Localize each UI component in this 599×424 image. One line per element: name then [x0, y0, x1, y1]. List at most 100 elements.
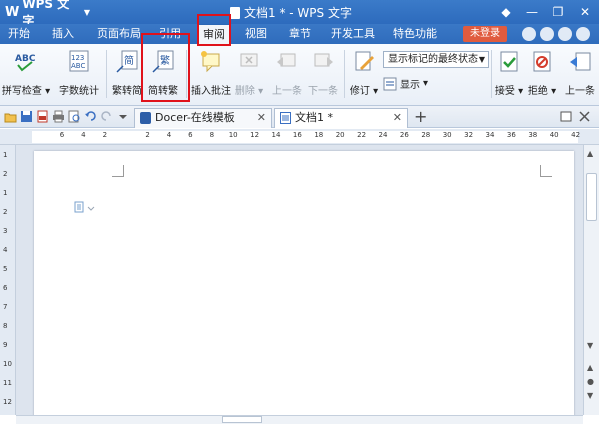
- tab-special-features[interactable]: 特色功能: [390, 24, 440, 44]
- app-menu-button[interactable]: W WPS 文字 ▼: [0, 0, 90, 28]
- redo-icon[interactable]: [100, 110, 113, 123]
- track-changes-label: 修订 ▾: [349, 86, 379, 97]
- ruler-tick-label: 32: [464, 131, 474, 139]
- doc-tab-docer-templates[interactable]: Docer-在线模板 ✕: [134, 108, 272, 128]
- previous-comment-button[interactable]: 上一条: [270, 48, 304, 100]
- ruler-tick-label: 16: [292, 131, 302, 139]
- close-button[interactable]: ✕: [571, 0, 599, 24]
- tab-review[interactable]: 审阅: [199, 24, 229, 44]
- chevron-down-icon: ▼: [83, 7, 90, 17]
- hscroll-thumb[interactable]: [222, 416, 262, 423]
- ruler-tick-label: 7: [3, 303, 8, 311]
- document-icon: [230, 6, 240, 19]
- next-page-icon[interactable]: ▼: [587, 391, 593, 400]
- insert-comment-button[interactable]: 插入批注: [190, 48, 232, 100]
- print-preview-icon[interactable]: [68, 110, 81, 123]
- undo-icon[interactable]: [84, 110, 97, 123]
- print-icon[interactable]: [52, 110, 65, 123]
- accept-change-button[interactable]: 接受 ▾: [494, 48, 524, 100]
- spellcheck-button[interactable]: ABC 拼写检查 ▾: [2, 48, 50, 100]
- ribbon-separator: [344, 50, 345, 98]
- previous-change-button[interactable]: 上一条: [562, 48, 598, 100]
- close-tab-icon[interactable]: ✕: [257, 109, 266, 127]
- show-markup-label: 显示: [400, 80, 420, 91]
- ruler-tick-label: 1: [3, 151, 8, 159]
- tab-view[interactable]: 视图: [241, 24, 271, 44]
- show-markup-button[interactable]: 显示 ▾: [383, 76, 428, 91]
- ribbon-separator: [491, 50, 492, 98]
- word-count-icon: 123 ABC: [67, 50, 91, 74]
- ruler-tick-label: 12: [3, 398, 12, 406]
- customize-quick-access-icon[interactable]: [118, 110, 128, 123]
- ruler-tick-label: 4: [3, 246, 8, 254]
- skin-shirt-icon[interactable]: [558, 27, 572, 41]
- svg-text:123: 123: [71, 54, 84, 62]
- cloud-icon[interactable]: [522, 27, 536, 41]
- save-icon[interactable]: [20, 110, 33, 123]
- ruler-tick-label: 2: [145, 131, 150, 139]
- reject-change-button[interactable]: 拒绝 ▾: [526, 48, 558, 100]
- tab-page-layout[interactable]: 页面布局: [94, 24, 144, 44]
- ruler-tick-label: 24: [378, 131, 388, 139]
- close-tab-icon[interactable]: ✕: [393, 109, 402, 127]
- tab-home[interactable]: 开始: [4, 24, 34, 44]
- previous-page-icon[interactable]: ▲: [587, 363, 593, 372]
- scroll-down-icon[interactable]: ▼: [587, 341, 593, 350]
- ruler-tick-label: 10: [228, 131, 238, 139]
- ruler-tick-label: 4: [81, 131, 86, 139]
- skin-icon[interactable]: ◆: [493, 0, 519, 24]
- scroll-up-icon[interactable]: ▲: [587, 149, 593, 158]
- delete-comment-label: 删除 ▾: [234, 86, 264, 97]
- svg-text:简: 简: [124, 54, 134, 67]
- ruler-tick-label: 30: [442, 131, 452, 139]
- tab-references[interactable]: 引用: [155, 24, 185, 44]
- document-page[interactable]: [34, 151, 574, 415]
- select-browse-object-icon[interactable]: ●: [587, 377, 594, 386]
- open-folder-icon[interactable]: [4, 110, 17, 123]
- reject-change-label: 拒绝 ▾: [527, 86, 557, 97]
- new-tab-button[interactable]: +: [414, 109, 427, 125]
- maximize-button[interactable]: ❐: [545, 0, 571, 24]
- traditional-to-simplified-icon: 简: [115, 50, 139, 74]
- doc-tab-document1[interactable]: 文档1 * ✕: [274, 108, 408, 128]
- tab-insert[interactable]: 插入: [48, 24, 78, 44]
- paste-options-icon[interactable]: [74, 201, 96, 215]
- ruler-tick-label: 26: [399, 131, 409, 139]
- svg-text:繁: 繁: [160, 54, 170, 67]
- ruler-tick-label: 22: [357, 131, 367, 139]
- delete-comment-button[interactable]: 删除 ▾: [234, 48, 264, 100]
- ribbon-separator: [106, 50, 107, 98]
- close-doc-icon[interactable]: [578, 110, 591, 123]
- next-comment-button[interactable]: 下一条: [306, 48, 340, 100]
- ruler-tick-label: 11: [3, 379, 12, 387]
- login-button[interactable]: 未登录: [463, 26, 507, 42]
- ruler-tick-label: 14: [271, 131, 281, 139]
- title-bar: W WPS 文字 ▼ 文档1 * - WPS 文字 ◆ — ❐ ✕: [0, 0, 599, 28]
- word-count-button[interactable]: 123 ABC 字数统计: [56, 48, 102, 100]
- ruler-tick-label: 34: [485, 131, 495, 139]
- scrollbar-thumb[interactable]: [586, 173, 597, 221]
- track-changes-button[interactable]: 修订 ▾: [348, 48, 380, 100]
- help-icon[interactable]: [576, 27, 590, 41]
- tab-sections[interactable]: 章节: [285, 24, 315, 44]
- horizontal-scrollbar[interactable]: [16, 415, 583, 424]
- markup-mode-select[interactable]: 显示标记的最终状态 ▼: [383, 51, 489, 68]
- vertical-scrollbar[interactable]: ▲ ▼ ▲ ● ▼: [583, 145, 599, 415]
- traditional-to-simplified-button[interactable]: 简 繁转简: [110, 48, 144, 100]
- word-count-label: 字数统计: [59, 86, 99, 97]
- simplified-to-traditional-button[interactable]: 繁 简转繁: [146, 48, 180, 100]
- minimize-button[interactable]: —: [519, 0, 545, 24]
- ruler-tick-label: 8: [3, 322, 8, 330]
- document-canvas: [16, 145, 583, 415]
- export-pdf-icon[interactable]: [36, 110, 49, 123]
- vertical-ruler[interactable]: 1 2 1 2 3 4 5 6 7 8 9 10 11 12: [0, 145, 16, 415]
- ruler-tick-label: 6: [59, 131, 65, 139]
- ruler-tick-label: 20: [335, 131, 345, 139]
- ruler-tick-label: 12: [250, 131, 260, 139]
- restore-tabs-icon[interactable]: [560, 110, 573, 123]
- ruler-tick-label: 18: [314, 131, 324, 139]
- horizontal-ruler[interactable]: 6 4 2 2 4 6 8 10 12 14 16 18 20 22 24 26 28 30 32 34 36 38 40 4…: [0, 129, 599, 145]
- tab-developer[interactable]: 开发工具: [328, 24, 378, 44]
- settings-icon[interactable]: [540, 27, 554, 41]
- ruler-tick-label: 42: [571, 131, 581, 139]
